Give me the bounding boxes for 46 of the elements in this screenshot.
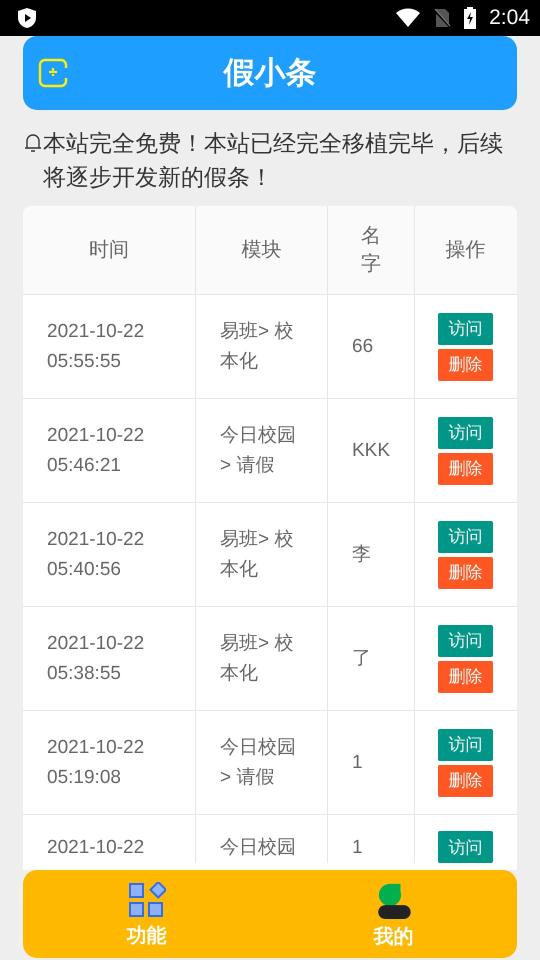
user-icon[interactable] xyxy=(376,882,410,919)
nav-label[interactable]: 功能 xyxy=(126,922,166,949)
visit-button[interactable]: 访问 xyxy=(438,312,493,344)
battery-icon xyxy=(463,7,478,29)
column-header: 名字 xyxy=(361,224,381,277)
name-cell-text: 了 xyxy=(352,646,371,670)
delete-button[interactable]: 删除 xyxy=(438,660,493,692)
visit-button[interactable]: 访问 xyxy=(438,520,493,552)
module-cell-text: 易班> 校本化 xyxy=(220,528,294,582)
visit-button[interactable]: 访问 xyxy=(438,416,493,448)
module-cell-text: 易班> 校本化 xyxy=(220,632,294,686)
wifi-icon xyxy=(395,8,422,28)
time-cell-text: 2021-10-22 05:55:55 xyxy=(47,320,146,374)
app-title: 假小条 xyxy=(224,54,316,92)
nav-label[interactable]: 我的 xyxy=(374,923,414,950)
shield-icon xyxy=(17,7,37,29)
grid-icon[interactable] xyxy=(128,882,166,918)
delete-button[interactable]: 删除 xyxy=(438,764,493,796)
visit-button[interactable]: 访问 xyxy=(438,728,493,760)
delete-button[interactable]: 删除 xyxy=(438,452,493,484)
name-cell-text: 李 xyxy=(352,542,371,566)
visit-button[interactable]: 访问 xyxy=(438,831,493,863)
bell-icon xyxy=(23,132,43,154)
time-cell-text: 2021-10-22 xyxy=(47,836,144,860)
column-header: 模块 xyxy=(242,238,282,263)
delete-button[interactable]: 删除 xyxy=(438,556,493,588)
time-cell-text: 2021-10-22 05:46:21 xyxy=(47,424,146,478)
name-cell-text: 66 xyxy=(352,334,374,358)
status-time: 2:04 xyxy=(489,6,530,30)
no-sim-icon xyxy=(433,8,452,28)
module-cell-text: 今日校园 > 请假 xyxy=(220,424,297,478)
name-cell-text: KKK xyxy=(352,438,390,462)
module-cell-text: 今日校园 xyxy=(220,836,296,860)
time-cell-text: 2021-10-22 05:40:56 xyxy=(47,528,146,582)
time-cell-text: 2021-10-22 05:38:55 xyxy=(47,632,146,686)
notice-text: 本站完全免费！本站已经完全移植完毕，后续将逐步开发新的假条！ xyxy=(43,129,504,192)
time-cell-text: 2021-10-22 05:19:08 xyxy=(47,736,146,790)
delete-button[interactable]: 删除 xyxy=(438,348,493,380)
name-cell-text: 1 xyxy=(352,750,363,774)
name-cell-text: 1 xyxy=(352,836,363,860)
module-cell-text: 易班> 校本化 xyxy=(220,320,294,374)
add-icon[interactable] xyxy=(38,58,68,88)
column-header: 操作 xyxy=(446,238,486,263)
visit-button[interactable]: 访问 xyxy=(438,624,493,656)
module-cell-text: 今日校园 > 请假 xyxy=(220,736,297,790)
column-header: 时间 xyxy=(89,238,129,263)
